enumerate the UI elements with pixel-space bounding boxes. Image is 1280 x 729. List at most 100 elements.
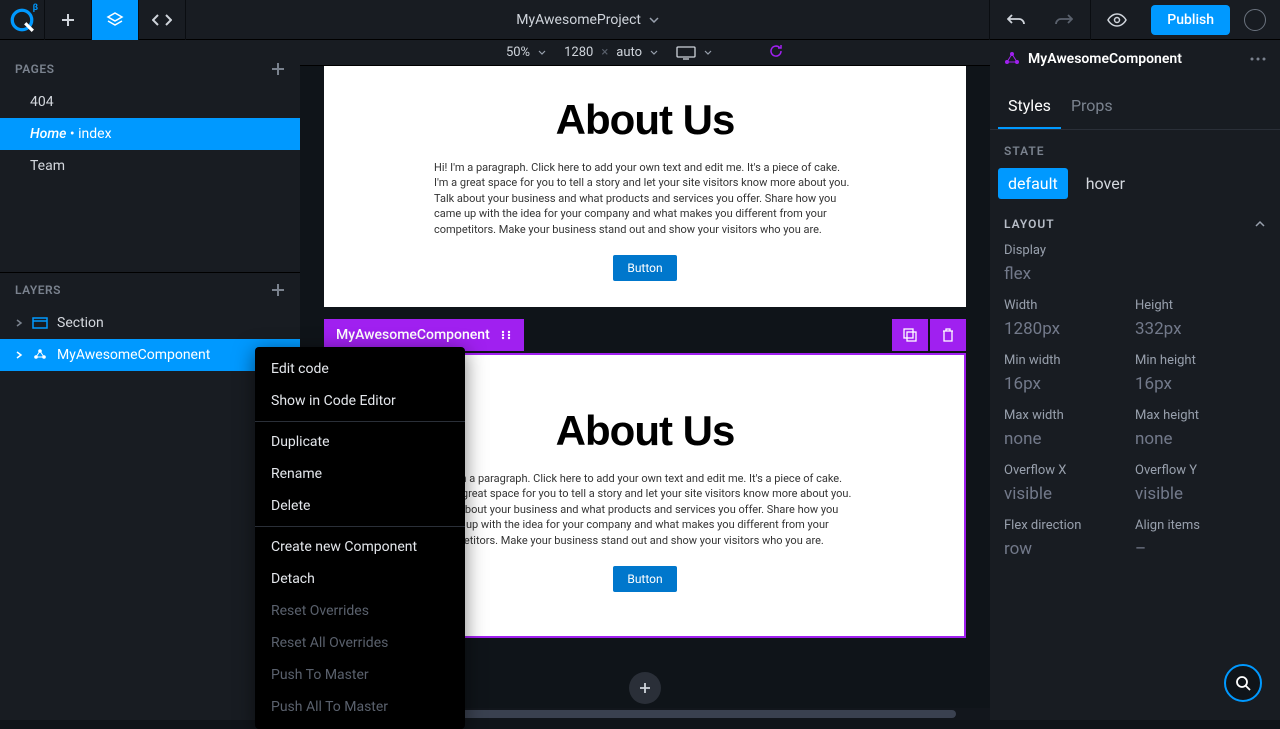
add-section-button[interactable] [629, 672, 661, 704]
zoom-selector[interactable]: 50% [506, 45, 546, 60]
drag-handle-icon[interactable] [500, 329, 512, 341]
prop-label-align-items: Align items [1135, 518, 1266, 533]
section-title[interactable]: About Us [434, 96, 856, 144]
publish-button[interactable]: Publish [1151, 5, 1230, 35]
prop-value-overflow-y[interactable]: visible [1135, 484, 1266, 504]
preview-button[interactable] [1095, 0, 1139, 40]
menu-item-reset-overrides: Reset Overrides [255, 595, 465, 627]
topbar-left: β [0, 0, 186, 39]
prop-value-height[interactable]: 332px [1135, 319, 1266, 339]
canvas-height[interactable]: auto [616, 45, 642, 60]
context-menu: Edit code Show in Code Editor Duplicate … [255, 347, 465, 729]
tab-styles[interactable]: Styles [998, 88, 1061, 129]
add-layer-button[interactable] [271, 283, 285, 297]
layers-icon [106, 11, 124, 29]
prop-label-flex-direction: Flex direction [1004, 518, 1135, 533]
project-selector[interactable]: MyAwesomeProject [186, 12, 989, 28]
copy-icon [903, 328, 917, 342]
section-button[interactable]: Button [613, 255, 676, 281]
help-button[interactable] [1224, 664, 1262, 702]
code-tool[interactable] [139, 0, 185, 40]
menu-item-show-in-code[interactable]: Show in Code Editor [255, 385, 465, 417]
state-hover[interactable]: hover [1076, 168, 1135, 199]
layer-label: Section [57, 315, 104, 331]
prop-value-overflow-x[interactable]: visible [1004, 484, 1135, 504]
undo-button[interactable] [994, 0, 1038, 40]
component-button[interactable]: Button [613, 566, 676, 592]
component-paragraph[interactable]: Hi! I'm a paragraph. Click here to add y… [436, 471, 854, 548]
plus-icon [60, 12, 76, 28]
user-avatar[interactable] [1244, 9, 1266, 31]
search-icon [1234, 674, 1252, 692]
canvas-width[interactable]: 1280 [564, 45, 593, 60]
collapse-icon[interactable] [1254, 220, 1266, 228]
right-panel-tabs: Styles Props [990, 88, 1280, 130]
tab-props[interactable]: Props [1061, 88, 1123, 129]
beta-badge: β [33, 3, 38, 13]
eye-icon [1107, 13, 1127, 27]
trash-icon [942, 328, 954, 342]
layout-section-header[interactable]: LAYOUT [990, 199, 1280, 239]
prop-value-flex-direction[interactable]: row [1004, 539, 1135, 559]
prop-label-overflow-x: Overflow X [1004, 463, 1135, 478]
prop-value-display[interactable]: flex [1004, 264, 1266, 284]
prop-label-width: Width [1004, 298, 1135, 313]
right-panel: MyAwesomeComponent Styles Props STATE de… [990, 40, 1280, 720]
prop-label-overflow-y: Overflow Y [1135, 463, 1266, 478]
prop-label-min-width: Min width [1004, 353, 1135, 368]
right-panel-header: MyAwesomeComponent [990, 40, 1280, 78]
menu-item-delete[interactable]: Delete [255, 490, 465, 522]
undo-icon [1007, 13, 1025, 27]
topbar-right: Publish [989, 0, 1280, 39]
layers-tool[interactable] [92, 0, 138, 40]
app-logo[interactable]: β [0, 0, 44, 40]
delete-component-button[interactable] [930, 319, 966, 351]
page-item-404[interactable]: 404 [0, 86, 300, 118]
page-item-home[interactable]: Home • index [0, 118, 300, 150]
refresh-icon [768, 43, 784, 59]
more-button[interactable] [1250, 57, 1266, 61]
prop-label-min-height: Min height [1135, 353, 1266, 368]
redo-icon [1055, 13, 1073, 27]
section-paragraph[interactable]: Hi! I'm a paragraph. Click here to add y… [434, 160, 856, 237]
section-block[interactable]: About Us Hi! I'm a paragraph. Click here… [324, 66, 966, 307]
expand-icon[interactable] [15, 318, 23, 328]
chevron-down-icon [649, 17, 659, 23]
prop-value-min-height[interactable]: 16px [1135, 374, 1266, 394]
page-item-team[interactable]: Team [0, 150, 300, 182]
prop-value-width[interactable]: 1280px [1004, 319, 1135, 339]
state-default[interactable]: default [998, 168, 1068, 199]
menu-item-duplicate[interactable]: Duplicate [255, 426, 465, 458]
menu-item-detach[interactable]: Detach [255, 563, 465, 595]
chevron-down-icon [538, 50, 546, 55]
add-page-button[interactable] [271, 62, 285, 76]
menu-item-edit-code[interactable]: Edit code [255, 353, 465, 385]
device-selector[interactable] [676, 46, 712, 60]
prop-value-align-items[interactable]: – [1135, 539, 1266, 559]
prop-label-display: Display [1004, 243, 1266, 258]
component-title[interactable]: About Us [436, 407, 854, 455]
layer-item-section[interactable]: Section [0, 307, 300, 339]
chevron-down-icon [704, 50, 712, 55]
menu-item-rename[interactable]: Rename [255, 458, 465, 490]
menu-item-push-to-master: Push To Master [255, 659, 465, 691]
section-icon [31, 316, 49, 330]
redo-button[interactable] [1042, 0, 1086, 40]
refresh-button[interactable] [768, 43, 784, 63]
menu-item-create-component[interactable]: Create new Component [255, 531, 465, 563]
layers-label: LAYERS [15, 283, 61, 297]
prop-value-max-height[interactable]: none [1135, 429, 1266, 449]
pages-list: 404 Home • index Team [0, 86, 300, 182]
top-bar: β MyAwesomeProject Publish [0, 0, 1280, 40]
menu-item-reset-all-overrides: Reset All Overrides [255, 627, 465, 659]
add-button[interactable] [45, 0, 91, 40]
component-name-label: MyAwesomeComponent [336, 327, 490, 343]
prop-label-max-width: Max width [1004, 408, 1135, 423]
expand-icon[interactable] [15, 350, 23, 360]
prop-value-min-width[interactable]: 16px [1004, 374, 1135, 394]
pages-header: PAGES [0, 52, 300, 86]
prop-value-max-width[interactable]: none [1004, 429, 1135, 449]
plus-icon [638, 681, 652, 695]
duplicate-component-button[interactable] [892, 319, 928, 351]
layer-label: MyAwesomeComponent [57, 347, 210, 363]
